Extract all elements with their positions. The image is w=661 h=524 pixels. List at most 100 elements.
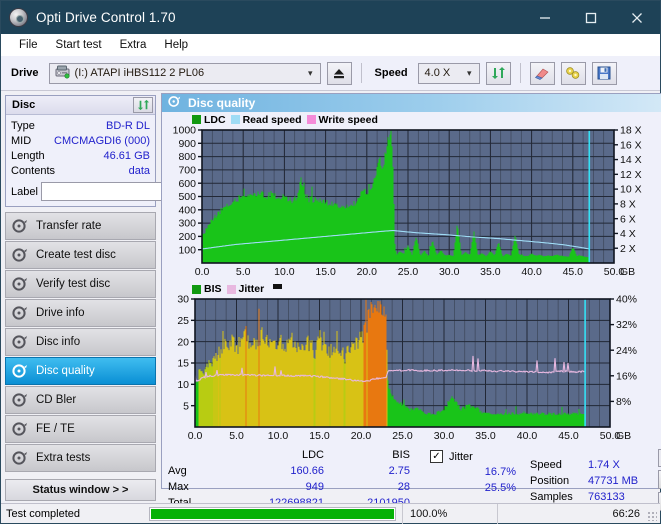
eject-button[interactable]	[326, 61, 352, 85]
sidebar-item-disc-quality[interactable]: Disc quality	[5, 357, 156, 385]
sidebar-item-verify-test-disc[interactable]: Verify test disc	[5, 270, 156, 298]
svg-text:5.0: 5.0	[229, 430, 244, 442]
menu-item-help[interactable]: Help	[155, 37, 197, 53]
window-title: Opti Drive Control 1.70	[36, 10, 176, 25]
svg-text:32%: 32%	[616, 319, 637, 331]
svg-text:24%: 24%	[616, 345, 637, 357]
window-controls	[522, 1, 660, 34]
minimize-icon[interactable]	[522, 1, 568, 34]
svg-text:GB: GB	[620, 266, 635, 278]
disc-panel-header: Disc	[6, 96, 155, 115]
sidebar-item-disc-info[interactable]: Disc info	[5, 328, 156, 356]
legend-label: LDC	[204, 113, 226, 126]
sidebar-item-label: Transfer rate	[36, 220, 102, 232]
chart1-legend: LDC Read speed Write speed	[162, 112, 661, 126]
menu-item-start-test[interactable]: Start test	[47, 37, 111, 53]
svg-text:8%: 8%	[616, 396, 631, 408]
chart-area: Disc quality LDC Read speed Write speed	[160, 91, 661, 511]
jitter-avg-value: 16.7%	[484, 466, 516, 478]
progress-fill	[151, 508, 394, 519]
sidebar: Disc Type BD-R DL MID CMCMAGDI6 (000) Le…	[1, 91, 244, 501]
legend-item-jitter: Jitter	[226, 283, 265, 295]
legend-swatch	[230, 115, 240, 124]
legend-marker-icon	[273, 284, 283, 289]
legend-label: Jitter	[238, 283, 265, 295]
stats-header-blank	[162, 449, 220, 463]
position-row: Position 47731 MB	[530, 473, 658, 489]
status-window-button[interactable]: Status window > >	[5, 479, 156, 501]
sidebar-item-transfer-rate[interactable]: Transfer rate	[5, 212, 156, 240]
speed-select[interactable]: 4.0 X ▾	[417, 62, 480, 84]
refresh-button[interactable]	[485, 61, 511, 85]
disc-panel: Disc Type BD-R DL MID CMCMAGDI6 (000) Le…	[5, 95, 244, 207]
svg-text:16 X: 16 X	[620, 139, 642, 151]
svg-text:300: 300	[178, 218, 196, 230]
svg-text:45.0: 45.0	[563, 266, 584, 278]
speed-value: 1.74 X	[588, 459, 620, 471]
save-button[interactable]	[591, 61, 617, 85]
drive-icon	[55, 65, 70, 82]
disc-row-value: CMCMAGDI6 (000)	[54, 134, 150, 147]
legend-item-ldc: LDC	[192, 114, 226, 126]
resize-grip[interactable]	[647, 511, 657, 521]
drive-label: Drive	[11, 67, 39, 79]
jitter-label: Jitter	[449, 450, 473, 463]
drive-select[interactable]: (I:) ATAPI iHBS112 2 PL06 ▾	[48, 62, 321, 84]
svg-text:20: 20	[177, 336, 189, 348]
chart-ldc: 100 200 300 400 500 600 700 800 900 1000 2 X 4 X 6 X…	[162, 126, 661, 281]
disc-spin-icon	[12, 334, 28, 350]
sidebar-item-drive-info[interactable]: Drive info	[5, 299, 156, 327]
menu-item-extra[interactable]: Extra	[111, 37, 156, 53]
stats-col-bis: BIS	[392, 449, 410, 461]
stats-row-label: Max	[168, 481, 189, 493]
chart2-legend: BIS Jitter	[162, 281, 661, 295]
legend-label: BIS	[204, 283, 222, 295]
sidebar-item-label: Drive info	[36, 307, 85, 319]
disc-refresh-button[interactable]	[133, 97, 153, 113]
drive-select-value: (I:) ATAPI iHBS112 2 PL06	[74, 67, 205, 79]
maximize-icon[interactable]	[568, 1, 614, 34]
sidebar-item-label: Extra tests	[36, 452, 91, 464]
sidebar-item-extra-tests[interactable]: Extra tests	[5, 444, 156, 472]
stats-table: LDC BIS Avg 160.66 2.75 Max 949 28	[162, 449, 430, 511]
stats-header-row: LDC BIS	[162, 449, 430, 463]
svg-text:600: 600	[178, 178, 196, 190]
progress-bar	[149, 506, 396, 521]
close-icon[interactable]	[614, 1, 660, 34]
sidebar-item-label: CD Bler	[36, 394, 77, 406]
stats-row-label: Avg	[168, 465, 187, 477]
sidebar-item-fe-te[interactable]: FE / TE	[5, 415, 156, 443]
svg-text:2 X: 2 X	[620, 243, 636, 255]
disc-spin-icon	[12, 276, 28, 292]
jitter-checkbox[interactable]: ✓	[430, 450, 443, 463]
disc-label-row: Label	[11, 181, 244, 202]
menu-bar: File Start test Extra Help	[1, 34, 660, 56]
main-content: Disc Type BD-R DL MID CMCMAGDI6 (000) Le…	[1, 91, 661, 511]
sidebar-item-create-test-disc[interactable]: Create test disc	[5, 241, 156, 269]
legend-item-bis: BIS	[192, 283, 222, 295]
disc-row-key: Contents	[11, 164, 56, 177]
speed-label: Speed	[374, 67, 408, 79]
sidebar-item-label: Create test disc	[36, 249, 116, 261]
chevron-down-icon: ▾	[467, 67, 472, 78]
legend-swatch	[226, 284, 236, 294]
svg-text:15.0: 15.0	[315, 266, 336, 278]
sidebar-item-cd-bler[interactable]: CD Bler	[5, 386, 156, 414]
tools-button[interactable]	[560, 61, 586, 85]
stats-row-avg: Avg 160.66 2.75	[162, 463, 430, 479]
disc-row-contents: Contents data	[11, 163, 150, 178]
speed-info-column: Speed 1.74 X Position 47731 MB Samples 7…	[530, 449, 658, 511]
svg-text:40.0: 40.0	[521, 266, 542, 278]
menu-item-file[interactable]: File	[10, 37, 47, 53]
sidebar-item-label: Disc quality	[36, 365, 95, 377]
svg-text:20.0: 20.0	[357, 266, 378, 278]
svg-text:45.0: 45.0	[558, 430, 579, 442]
sidebar-nav: Transfer rate Create test disc Verify te…	[5, 212, 156, 472]
eraser-button[interactable]	[529, 61, 555, 85]
svg-text:0.0: 0.0	[195, 266, 210, 278]
legend-label: Write speed	[318, 113, 378, 126]
toolbar-divider	[519, 63, 521, 83]
svg-text:16%: 16%	[616, 370, 637, 382]
legend-swatch	[306, 115, 316, 124]
position-key: Position	[530, 475, 570, 487]
